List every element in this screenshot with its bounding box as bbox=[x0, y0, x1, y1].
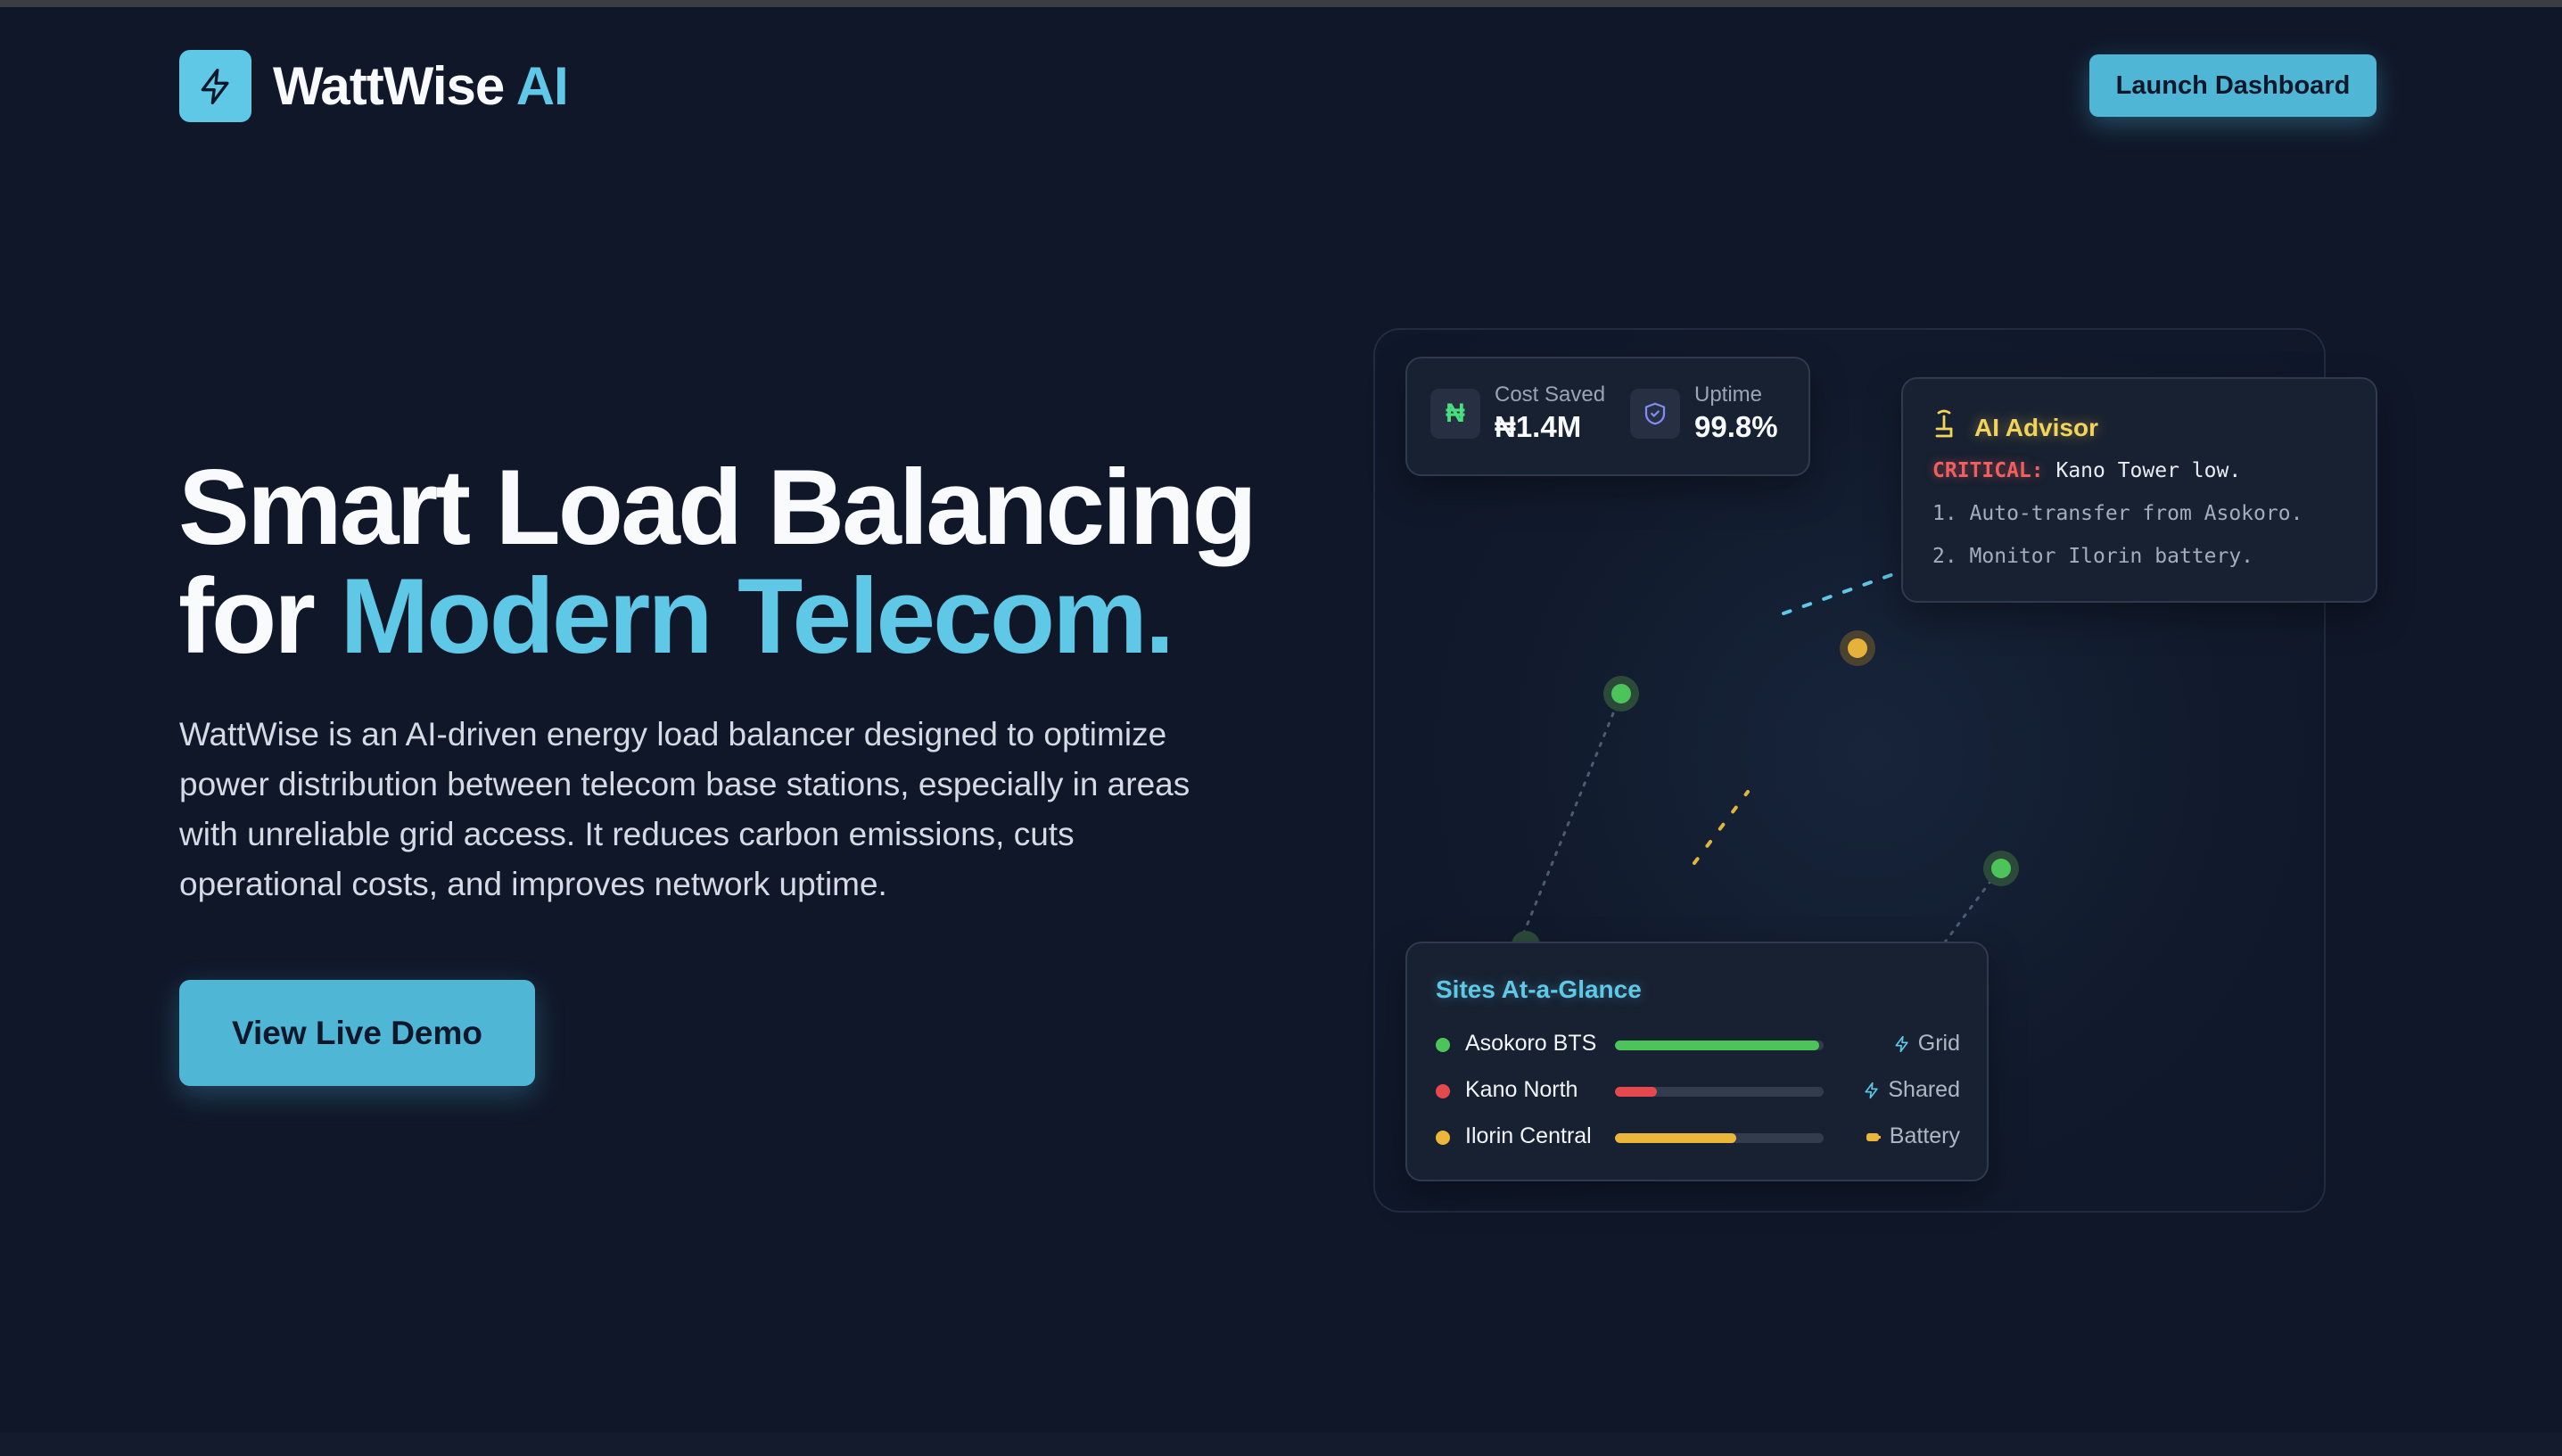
site-status-dot bbox=[1436, 1038, 1450, 1052]
link-line-battery bbox=[1693, 790, 1750, 865]
stat-label-cost: Cost Saved bbox=[1495, 383, 1606, 407]
site-source-label: Battery bbox=[1889, 1123, 1960, 1148]
advisor-header: AI Advisor bbox=[1932, 407, 2098, 448]
hero-description: WattWise is an AI-driven energy load bal… bbox=[179, 716, 1190, 902]
site-row-kano[interactable]: Kano North Shared bbox=[1436, 1073, 1960, 1109]
site-status-dot bbox=[1436, 1084, 1450, 1098]
brand-name: WattWise AI bbox=[273, 55, 569, 117]
site-source-label: Grid bbox=[1917, 1031, 1960, 1056]
advisor-critical-line: CRITICAL: Kano Tower low. bbox=[1932, 459, 2241, 482]
site-name: Ilorin Central bbox=[1465, 1123, 1592, 1148]
page-bottom-strip bbox=[0, 1432, 2562, 1456]
headline-accent: Modern Telecom. bbox=[340, 556, 1174, 676]
site-source: Grid bbox=[1891, 1031, 1960, 1057]
battery-icon bbox=[1863, 1125, 1884, 1148]
bolt-icon bbox=[1891, 1032, 1913, 1056]
site-node-asokoro[interactable] bbox=[1603, 676, 1639, 712]
stat-uptime: Uptime 99.8% bbox=[1630, 382, 1778, 446]
advisor-title: AI Advisor bbox=[1974, 413, 2098, 441]
link-line-asokoro bbox=[1514, 692, 1623, 954]
site-node-ilorin[interactable] bbox=[1840, 630, 1875, 666]
site-load-fill bbox=[1615, 1041, 1820, 1050]
advisor-step-2: 2. Monitor Ilorin battery. bbox=[1932, 545, 2254, 568]
naira-icon: ₦ bbox=[1430, 389, 1480, 439]
view-live-demo-button[interactable]: View Live Demo bbox=[179, 980, 535, 1086]
bolt-icon bbox=[1861, 1079, 1882, 1102]
site-row-ilorin[interactable]: Ilorin Central Battery bbox=[1436, 1120, 1960, 1156]
naira-glyph: ₦ bbox=[1446, 399, 1465, 428]
site-source: Battery bbox=[1863, 1123, 1960, 1149]
stat-label-uptime: Uptime bbox=[1694, 383, 1763, 407]
site-load-bar bbox=[1615, 1087, 1824, 1097]
sites-card: Sites At-a-Glance Asokoro BTS Grid Kano … bbox=[1405, 942, 1989, 1181]
critical-label: CRITICAL: bbox=[1932, 459, 2044, 482]
launch-dashboard-button[interactable]: Launch Dashboard bbox=[2089, 54, 2377, 117]
robot-icon bbox=[1932, 407, 1957, 448]
site-name: Asokoro BTS bbox=[1465, 1031, 1597, 1056]
headline-line-1: Smart Load Balancing bbox=[178, 448, 1257, 567]
stat-value-uptime: 99.8% bbox=[1694, 410, 1778, 443]
site-name: Kano North bbox=[1465, 1077, 1578, 1102]
site-load-bar bbox=[1615, 1041, 1824, 1050]
site-node-kano[interactable] bbox=[1983, 851, 2019, 886]
window-top-strip bbox=[0, 0, 2562, 7]
critical-text: Kano Tower low. bbox=[2043, 459, 2242, 482]
site-status-dot bbox=[1436, 1131, 1450, 1145]
headline-for: for bbox=[178, 556, 316, 676]
site-source: Shared bbox=[1861, 1077, 1960, 1103]
brand-logo[interactable]: WattWise AI bbox=[179, 50, 569, 122]
stat-value-cost: ₦1.4M bbox=[1495, 410, 1582, 443]
site-load-fill bbox=[1615, 1087, 1657, 1097]
site-load-bar bbox=[1615, 1133, 1824, 1143]
bolt-logo-icon bbox=[179, 50, 251, 122]
brand-suffix: AI bbox=[515, 56, 569, 116]
site-source-label: Shared bbox=[1888, 1077, 1960, 1102]
hero-headline: Smart Load Balancing for Modern Telecom. bbox=[178, 453, 1257, 670]
sites-title: Sites At-a-Glance bbox=[1436, 975, 1642, 1003]
site-row-asokoro[interactable]: Asokoro BTS Grid bbox=[1436, 1027, 1960, 1063]
shield-check-icon bbox=[1630, 389, 1680, 439]
advisor-step-1: 1. Auto-transfer from Asokoro. bbox=[1932, 502, 2303, 525]
ai-advisor-card: AI Advisor CRITICAL: Kano Tower low. 1. … bbox=[1901, 377, 2377, 603]
stat-cost-saved: ₦ Cost Saved ₦1.4M bbox=[1430, 382, 1605, 446]
link-line-grid bbox=[1942, 870, 1999, 945]
stats-card: ₦ Cost Saved ₦1.4M Uptime 99.8% bbox=[1405, 357, 1810, 476]
site-load-fill bbox=[1615, 1133, 1736, 1143]
brand-name-text: WattWise bbox=[273, 56, 505, 116]
link-line-shared bbox=[1782, 567, 1910, 615]
